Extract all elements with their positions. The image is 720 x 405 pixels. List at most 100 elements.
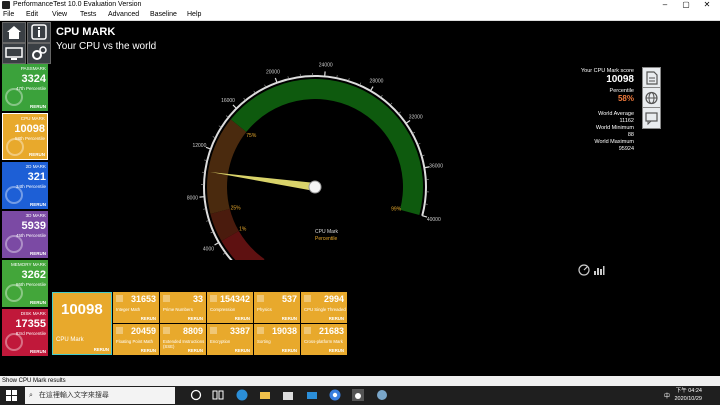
cpu-mark-tile[interactable]: 10098 CPU Mark RERUN <box>52 292 112 355</box>
menu-view[interactable]: View <box>52 10 67 20</box>
test-integer-math[interactable]: 31653 Integer Math RERUN <box>113 292 159 323</box>
3d-icon <box>5 235 23 253</box>
compare-online-button[interactable] <box>642 87 661 109</box>
windows-start-icon[interactable] <box>6 390 17 401</box>
rerun-button[interactable]: RERUN <box>235 348 250 353</box>
taskbar-clock[interactable]: 下午 04:24 2020/10/29 <box>674 387 702 403</box>
rerun-button[interactable]: RERUN <box>30 300 46 305</box>
tile-name: Sorting <box>257 339 271 344</box>
test-icon <box>163 295 170 302</box>
percentile-value: 58% <box>617 94 634 103</box>
ime-indicator[interactable]: 中 <box>664 391 670 400</box>
task-view-icon[interactable] <box>212 389 224 401</box>
taskbar-search[interactable]: ⌕ 在這裡輸入文字來搜尋 <box>25 387 175 404</box>
close-button[interactable]: ✕ <box>698 0 716 10</box>
clock-date: 2020/10/29 <box>674 396 702 402</box>
mark-label: CPU MARK <box>20 116 45 121</box>
test-physics[interactable]: 537 Physics RERUN <box>254 292 300 323</box>
test-sorting[interactable]: 19038 Sorting RERUN <box>254 324 300 355</box>
settings-button[interactable] <box>27 43 51 64</box>
tile-value: 537 <box>281 294 297 304</box>
mail-icon[interactable] <box>306 389 318 401</box>
rerun-button[interactable]: RERUN <box>30 349 46 354</box>
sidebar-3d-mark[interactable]: 3D MARK 5939 45th Percentile RERUN <box>2 211 48 258</box>
sidebar-memory-mark[interactable]: MEMORY MARK 3262 86th Percentile RERUN <box>2 260 48 307</box>
test-icon <box>304 327 311 334</box>
rerun-button[interactable]: RERUN <box>29 152 45 157</box>
tile-value: 20459 <box>130 326 156 336</box>
rerun-button[interactable]: RERUN <box>282 316 297 321</box>
menu-help[interactable]: Help <box>187 10 201 20</box>
tile-value: 8809 <box>182 326 203 336</box>
performancetest-icon[interactable] <box>352 389 364 401</box>
info-button[interactable] <box>27 22 51 43</box>
rerun-button[interactable]: RERUN <box>94 347 109 352</box>
sidebar-cpu-mark[interactable]: CPU MARK 10098 58th Percentile RERUN <box>2 113 48 160</box>
rerun-button[interactable]: RERUN <box>235 316 250 321</box>
test-cpu-single-threaded[interactable]: 2994 CPU Single Threaded RERUN <box>301 292 347 323</box>
gauge-tick <box>405 119 411 124</box>
gauge-center-sublabel: Percentile <box>315 236 337 242</box>
rerun-button[interactable]: RERUN <box>282 348 297 353</box>
mark-value: 321 <box>27 171 46 183</box>
system-info-button[interactable] <box>2 43 26 64</box>
rerun-button[interactable]: RERUN <box>188 348 203 353</box>
tile-value: 2994 <box>323 294 344 304</box>
disk-icon <box>5 333 23 351</box>
cortana-icon[interactable] <box>190 389 202 401</box>
gauge-zone-label: 99% <box>391 206 402 212</box>
window-title: PerformanceTest 10.0 Evaluation Version <box>13 1 142 8</box>
test-prime-numbers[interactable]: 33 Prime Numbers RERUN <box>160 292 206 323</box>
rerun-button[interactable]: RERUN <box>30 202 46 207</box>
test-extended-instructions[interactable]: 8809 Extended Instructions (SSE) RERUN <box>160 324 206 355</box>
rerun-button[interactable]: RERUN <box>329 316 344 321</box>
mark-label: PASSMARK <box>20 66 46 71</box>
menu-file[interactable]: File <box>3 10 14 20</box>
tile-name: Cross-platform Mark <box>304 339 343 344</box>
file-explorer-icon[interactable] <box>259 389 271 401</box>
menu-edit[interactable]: Edit <box>26 10 38 20</box>
store-icon[interactable] <box>282 389 294 401</box>
gauge-tick-label: 24000 <box>319 62 333 68</box>
gauge-tick-label: 12000 <box>192 143 206 149</box>
gauge-tick <box>369 86 374 92</box>
test-icon <box>304 295 311 302</box>
app-icon[interactable] <box>376 389 388 401</box>
gauge-tick <box>205 146 211 150</box>
gauge-hub <box>308 180 322 194</box>
export-button[interactable] <box>642 67 661 89</box>
tile-value: 21683 <box>318 326 344 336</box>
rerun-button[interactable]: RERUN <box>329 348 344 353</box>
tile-value: 33 <box>192 294 203 304</box>
tile-name: Physics <box>257 307 272 312</box>
2d-icon <box>5 186 23 204</box>
bar-chart-icon[interactable] <box>593 264 605 276</box>
menu-advanced[interactable]: Advanced <box>108 10 139 20</box>
test-encryption[interactable]: 3387 Encryption RERUN <box>207 324 253 355</box>
minimize-button[interactable]: – <box>656 0 674 10</box>
test-floating-point-math[interactable]: 20459 Floating Point Math RERUN <box>113 324 159 355</box>
sidebar-disk-mark[interactable]: DISK MARK 17355 83rd Percentile RERUN <box>2 309 48 356</box>
chrome-icon[interactable] <box>329 389 341 401</box>
rerun-button[interactable]: RERUN <box>30 104 46 109</box>
tile-name: Prime Numbers <box>163 307 193 312</box>
menu-baseline[interactable]: Baseline <box>150 10 177 20</box>
rerun-button[interactable]: RERUN <box>141 316 156 321</box>
sidebar-passmark[interactable]: PASSMARK 3324 47th Percentile RERUN <box>2 64 48 111</box>
maximize-button[interactable]: ▢ <box>677 0 695 10</box>
test-compression[interactable]: 154342 Compression RERUN <box>207 292 253 323</box>
sidebar-2d-mark[interactable]: 2D MARK 321 34th Percentile RERUN <box>2 162 48 209</box>
rerun-button[interactable]: RERUN <box>30 251 46 256</box>
cpu-icon <box>6 138 24 156</box>
edge-icon[interactable] <box>236 389 248 401</box>
menu-tests[interactable]: Tests <box>80 10 96 20</box>
rerun-button[interactable]: RERUN <box>188 316 203 321</box>
rerun-button[interactable]: RERUN <box>141 348 156 353</box>
baseline-button[interactable] <box>642 107 661 129</box>
test-cross-platform-mark[interactable]: 21683 Cross-platform Mark RERUN <box>301 324 347 355</box>
app-icon <box>2 1 10 9</box>
speedometer-icon[interactable] <box>578 264 590 276</box>
gauge-tick <box>274 77 278 83</box>
home-button[interactable] <box>2 22 26 43</box>
memory-icon <box>5 284 23 302</box>
